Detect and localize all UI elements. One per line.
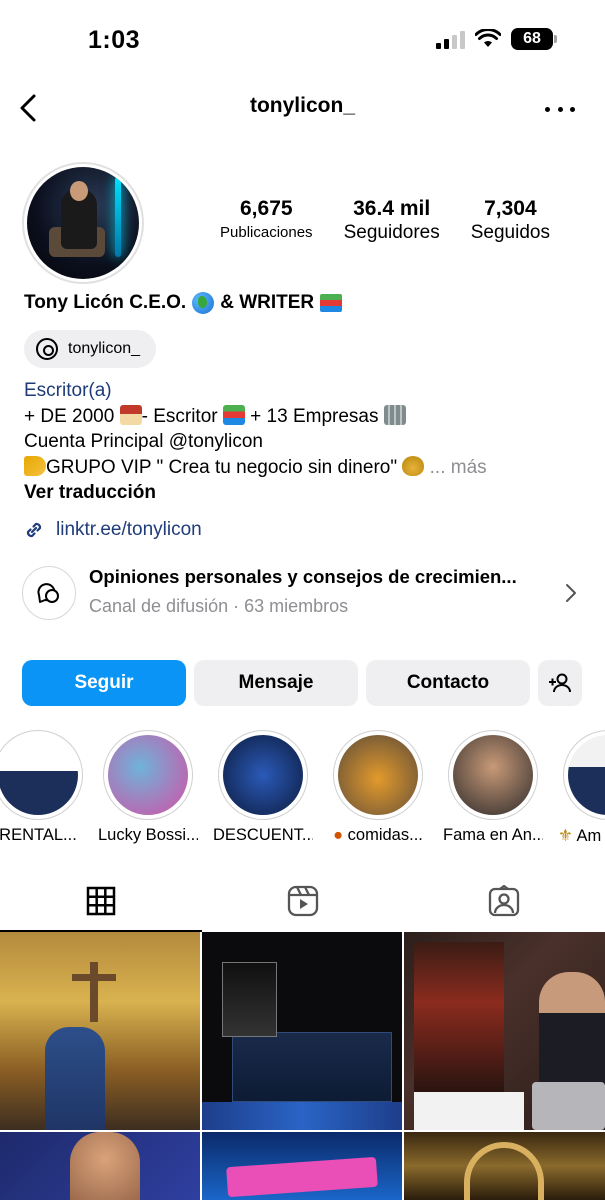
highlight-cover (223, 735, 303, 815)
highlight-label: DESCUENT... (213, 826, 313, 844)
add-person-icon (549, 673, 571, 693)
highlight-label-text: comidas... (347, 826, 423, 844)
suggest-people-button[interactable] (538, 660, 582, 706)
posts-count[interactable]: 6,675 Publicaciones (220, 196, 313, 244)
reels-icon (287, 885, 318, 917)
post-thumbnail[interactable] (404, 932, 605, 1130)
highlight-label: ⚜ Am (558, 826, 605, 846)
profile-actions: Seguir Mensaje Contacto (22, 660, 582, 706)
profile-link-text: linktr.ee/tonylicon (56, 519, 202, 540)
books-icon (222, 404, 245, 425)
fleur-de-lis-icon: ⚜ (558, 827, 573, 845)
highlight-cover (568, 735, 605, 815)
post-thumbnail[interactable] (0, 1132, 200, 1200)
bio-text: GRUPO VIP " Crea tu negocio sin dinero" (46, 456, 398, 478)
post-thumbnail[interactable] (0, 932, 200, 1130)
followers-count-value: 36.4 mil (353, 197, 431, 220)
threads-icon (36, 338, 58, 360)
profile-photo (27, 167, 139, 279)
chili-icon: ● (333, 826, 344, 844)
highlight-label: Lucky Bossi... (98, 826, 198, 844)
battery-icon: 68 (511, 28, 557, 50)
highlight-item[interactable]: ● comidas... (328, 730, 428, 845)
bio-text: + DE 2000 (24, 405, 115, 427)
profile-name-text: Tony Licón C.E.O. (24, 292, 187, 313)
highlight-label: ● comidas... (328, 826, 428, 845)
tab-reels[interactable] (202, 870, 404, 932)
posts-count-label: Publicaciones (220, 224, 313, 241)
profile-bio: Escritor(a) + DE 2000 - Escritor + 13 Em… (24, 378, 584, 506)
posts-grid (0, 932, 605, 1200)
avatar[interactable] (22, 162, 144, 284)
house-icon (119, 404, 142, 425)
cellular-signal-icon (436, 29, 465, 49)
books-icon (320, 294, 343, 312)
highlight-label-text: Am (576, 827, 602, 845)
globe-icon (192, 292, 215, 314)
money-bag-icon (402, 455, 425, 476)
chevron-right-icon (566, 584, 576, 602)
status-indicators: 68 (436, 28, 557, 50)
following-count-label: Seguidos (470, 222, 550, 243)
page-title: tonylicon_ (249, 94, 355, 117)
follow-button[interactable]: Seguir (22, 660, 186, 706)
status-bar: 1:03 68 (0, 0, 605, 80)
posts-count-value: 6,675 (240, 197, 293, 220)
highlight-item[interactable]: Fama en An... (443, 730, 543, 845)
bio-text: - Escritor (141, 405, 218, 427)
broadcast-channel-icon (22, 566, 76, 620)
post-thumbnail[interactable] (202, 932, 402, 1130)
profile-header: tonylicon_ (0, 80, 605, 136)
highlight-item[interactable]: DESCUENT... (213, 730, 313, 845)
followers-count-label: Seguidores (343, 222, 440, 243)
translate-link[interactable]: Ver traducción (24, 480, 584, 506)
following-count[interactable]: 7,304 Seguidos (471, 196, 550, 244)
megaphone-icon (24, 455, 46, 476)
highlight-label: Fama en An... (443, 826, 543, 844)
channel-title: Opiniones personales y consejos de creci… (89, 566, 517, 587)
highlight-cover (0, 735, 78, 815)
bio-text: + 13 Empresas (250, 405, 379, 427)
profile-category: Escritor(a) (24, 380, 112, 401)
message-button[interactable]: Mensaje (194, 660, 358, 706)
highlight-item[interactable]: ⚜ Am (558, 730, 605, 846)
link-icon (26, 522, 42, 538)
followers-count[interactable]: 36.4 mil Seguidores (344, 196, 440, 244)
highlight-label: RENTAL... (0, 826, 77, 844)
profile-name-suffix: & WRITER (220, 292, 315, 313)
profile-name: Tony Licón C.E.O. & WRITER (24, 292, 343, 314)
following-count-value: 7,304 (484, 197, 537, 220)
bio-more-link[interactable]: ... más (430, 457, 487, 478)
tagged-person-icon (489, 885, 520, 917)
bio-line-2: Cuenta Principal @tonylicon (24, 431, 263, 452)
bio-line-3: GRUPO VIP " Crea tu negocio sin dinero" … (24, 455, 584, 481)
profile-stats: 6,675 Publicaciones 36.4 mil Seguidores … (220, 196, 550, 244)
tab-posts-grid[interactable] (0, 870, 202, 932)
status-time: 1:03 (88, 26, 141, 54)
threads-badge[interactable]: tonylicon_ (24, 330, 157, 368)
broadcast-channel[interactable]: Opiniones personales y consejos de creci… (22, 562, 584, 622)
channel-subtitle: Canal de difusión · 63 miembros (89, 596, 349, 616)
highlight-item[interactable]: Lucky Bossi... (98, 730, 198, 845)
story-highlights: RENTAL... Lucky Bossi... DESCUENT... ● c… (0, 730, 605, 850)
wifi-icon (475, 29, 501, 47)
profile-tabs (0, 870, 605, 932)
more-options-icon[interactable] (545, 94, 575, 124)
threads-handle: tonylicon_ (68, 340, 141, 357)
tab-tagged[interactable] (403, 870, 605, 932)
bio-line-1: + DE 2000 - Escritor + 13 Empresas (24, 404, 584, 430)
contact-button[interactable]: Contacto (366, 660, 530, 706)
office-building-icon (383, 404, 406, 425)
highlight-cover (453, 735, 533, 815)
highlight-cover (108, 735, 188, 815)
grid-icon (86, 886, 116, 916)
post-thumbnail[interactable] (404, 1132, 605, 1200)
highlight-cover (338, 735, 418, 815)
highlight-item[interactable]: RENTAL... (0, 730, 88, 845)
profile-link[interactable]: linktr.ee/tonylicon (22, 518, 202, 542)
post-thumbnail[interactable] (202, 1132, 402, 1200)
